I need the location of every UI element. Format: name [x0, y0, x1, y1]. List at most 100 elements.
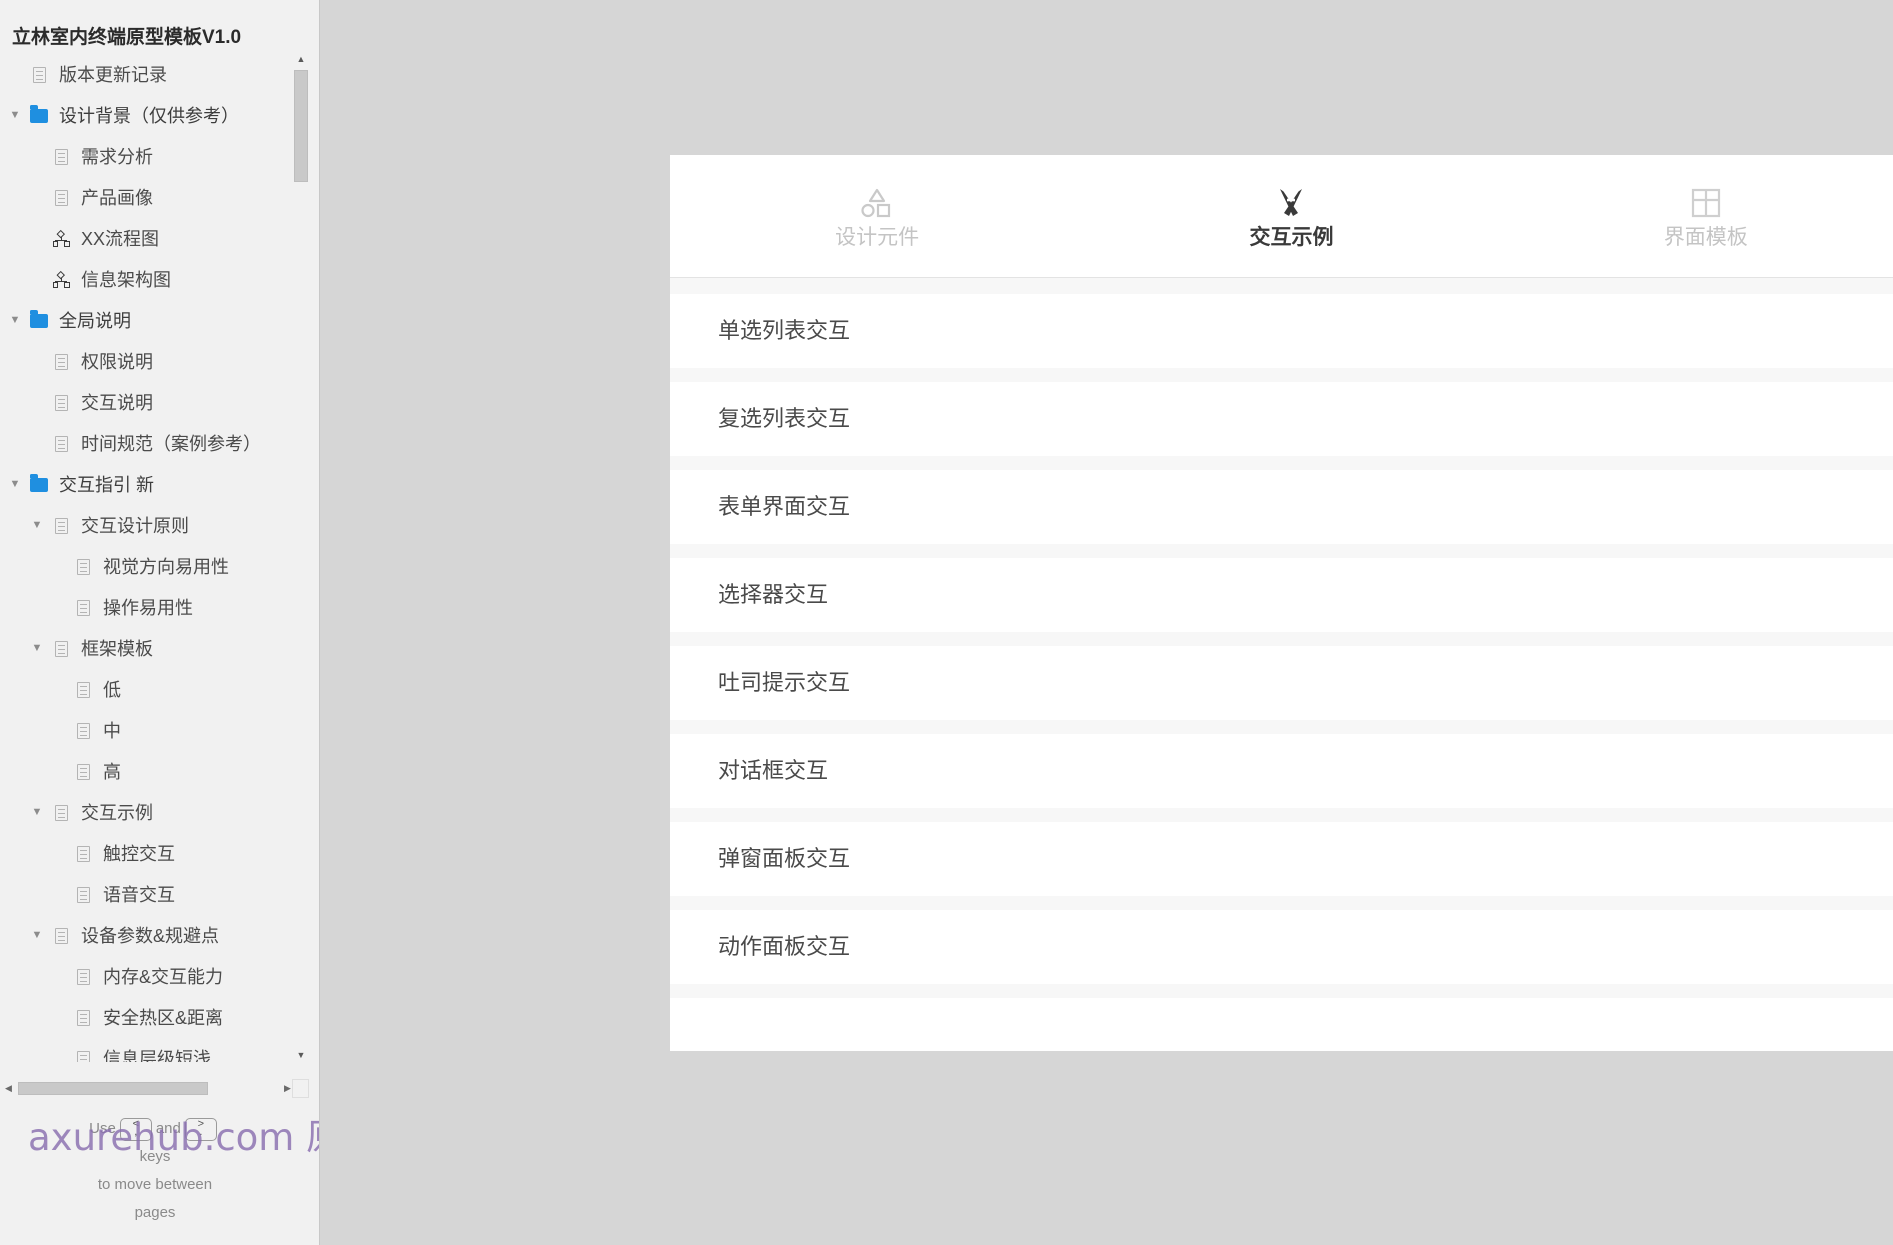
sitemap-node-label: 交互指引 新 [59, 474, 155, 495]
sitemap-node-label: 内存&交互能力 [103, 966, 224, 987]
page-icon [48, 353, 74, 370]
sitemap-node[interactable]: ▼ 框架模板 [0, 628, 319, 669]
page-icon [70, 763, 96, 780]
list-item-label: 对话框交互 [718, 758, 829, 783]
sitemap-node[interactable]: 产品画像 [0, 177, 319, 218]
list-item[interactable] [670, 998, 1893, 1051]
sitemap-node[interactable]: 信息架构图 [0, 259, 319, 300]
tab-3[interactable]: 界面模板 [1499, 155, 1893, 277]
sitemap-node[interactable]: 交互说明 [0, 382, 319, 423]
prototype-tabbar: 设计元件 交互示例 界面模板 [670, 155, 1893, 278]
page-icon [48, 189, 74, 206]
sitemap-node[interactable]: 时间规范（案例参考） [0, 423, 319, 464]
page-icon [48, 517, 74, 534]
sitemap-node-label: 触控交互 [103, 843, 175, 864]
sitemap-node[interactable]: 触控交互 [0, 833, 319, 874]
sitemap-node[interactable]: 安全热区&距离 [0, 997, 319, 1038]
tab-2[interactable]: 交互示例 [1084, 155, 1498, 277]
vscroll-thumb[interactable] [294, 70, 308, 182]
sitemap-node-label: 时间规范（案例参考） [81, 433, 261, 454]
flow-chart-icon [48, 270, 74, 288]
sitemap-node[interactable]: ▼ 交互指引 新 [0, 464, 319, 505]
chevron-down-icon[interactable]: ▼ [4, 479, 26, 490]
sitemap-node[interactable]: 低 [0, 669, 319, 710]
tab-label: 交互示例 [1249, 226, 1334, 249]
prototype-canvas: 设计元件 交互示例 界面模板 单选列表交互 复选列表交互 表单界面交互 选择器交互吐司提示… [320, 0, 1893, 1245]
sitemap-node[interactable]: 中 [0, 710, 319, 751]
list-item[interactable]: 单选列表交互 [670, 294, 1893, 368]
chevron-down-icon[interactable]: ▼ [4, 110, 26, 121]
sitemap-node[interactable]: 语音交互 [0, 874, 319, 915]
sitemap-node[interactable]: 内存&交互能力 [0, 956, 319, 997]
sitemap-node-label: 版本更新记录 [59, 64, 167, 85]
chevron-down-icon[interactable]: ▼ [26, 807, 48, 818]
chevron-down-icon[interactable]: ▼ [26, 930, 48, 941]
list-item[interactable]: 复选列表交互 [670, 382, 1893, 456]
sitemap-node[interactable]: ▼ 全局说明 [0, 300, 319, 341]
key-next-page: >. [184, 1117, 217, 1141]
sitemap-node[interactable]: 操作易用性 [0, 587, 319, 628]
shapes-icon [860, 184, 894, 218]
sitemap-node-label: 产品画像 [81, 187, 153, 208]
list-item-label: 弹窗面板交互 [718, 846, 851, 871]
hint-line-pages: pages [134, 1204, 176, 1221]
list-item-label: 复选列表交互 [718, 406, 851, 431]
sitemap-node[interactable]: 高 [0, 751, 319, 792]
list-item[interactable]: 表单界面交互 [670, 470, 1893, 544]
list-item-label: 选择器交互 [718, 582, 829, 607]
vscroll-track[interactable] [293, 69, 309, 1045]
hscroll-thumb[interactable] [18, 1082, 208, 1095]
flow-chart-icon [48, 229, 74, 247]
page-icon [48, 804, 74, 821]
list-item[interactable]: 弹窗面板交互 [670, 822, 1893, 896]
list-item[interactable]: 吐司提示交互 [670, 646, 1893, 720]
sitemap-node-label: 全局说明 [59, 310, 131, 331]
chevron-down-icon[interactable]: ▼ [26, 643, 48, 654]
list-item[interactable]: 对话框交互 [670, 734, 1893, 808]
keyboard-navigation-hint: Use <, and >. keys to move between pages [0, 1115, 310, 1227]
sitemap-node-label: 安全热区&距离 [103, 1007, 224, 1028]
folder-icon [26, 474, 52, 492]
page-icon [70, 1009, 96, 1026]
key-prev-page: <, [119, 1117, 152, 1141]
sitemap-node[interactable]: 信息层级短浅 [0, 1038, 319, 1062]
sitemap-node[interactable]: XX流程图 [0, 218, 319, 259]
sitemap-node[interactable]: ▼ 设备参数&规避点 [0, 915, 319, 956]
page-icon [48, 927, 74, 944]
list-item-label: 动作面板交互 [718, 934, 851, 959]
scroll-left-arrow-icon[interactable]: ◀ [2, 1082, 15, 1095]
hint-joiner: and [155, 1120, 181, 1137]
page-icon [70, 968, 96, 985]
list-item[interactable]: 选择器交互 [670, 558, 1893, 632]
sitemap-node[interactable]: 视觉方向易用性 [0, 546, 319, 587]
folder-icon [26, 310, 52, 328]
page-icon [70, 1050, 96, 1062]
scroll-up-arrow-icon[interactable]: ▲ [294, 52, 308, 66]
page-icon [70, 599, 96, 616]
sitemap-node[interactable]: ▼ 交互示例 [0, 792, 319, 833]
page-icon [70, 886, 96, 903]
sitemap-node[interactable]: 权限说明 [0, 341, 319, 382]
tab-1[interactable]: 设计元件 [670, 155, 1084, 277]
page-icon [48, 394, 74, 411]
sitemap-node[interactable]: 需求分析 [0, 136, 319, 177]
list-item[interactable]: 动作面板交互 [670, 910, 1893, 984]
sidebar-vertical-scrollbar[interactable]: ▲ ▼ [292, 52, 309, 1062]
sitemap-node-label: 权限说明 [81, 351, 153, 372]
page-icon [70, 722, 96, 739]
tab-label: 设计元件 [835, 226, 920, 249]
list-item-label: 表单界面交互 [718, 494, 851, 519]
sidebar-horizontal-scrollbar[interactable]: ◀ ▶ [0, 1079, 319, 1098]
scroll-down-arrow-icon[interactable]: ▼ [294, 1048, 308, 1062]
sitemap-node-label: 信息架构图 [81, 269, 171, 290]
sitemap-node[interactable]: ▼ 交互设计原则 [0, 505, 319, 546]
sitemap-node[interactable]: ▼ 设计背景（仅供参考） [0, 95, 319, 136]
scrollbar-corner [292, 1079, 309, 1098]
page-icon [70, 558, 96, 575]
sitemap-node-label: 操作易用性 [103, 597, 193, 618]
chevron-down-icon[interactable]: ▼ [4, 315, 26, 326]
page-icon [48, 148, 74, 165]
sitemap-node[interactable]: 版本更新记录 [0, 54, 319, 95]
list-item-label: 单选列表交互 [718, 318, 851, 343]
chevron-down-icon[interactable]: ▼ [26, 520, 48, 531]
